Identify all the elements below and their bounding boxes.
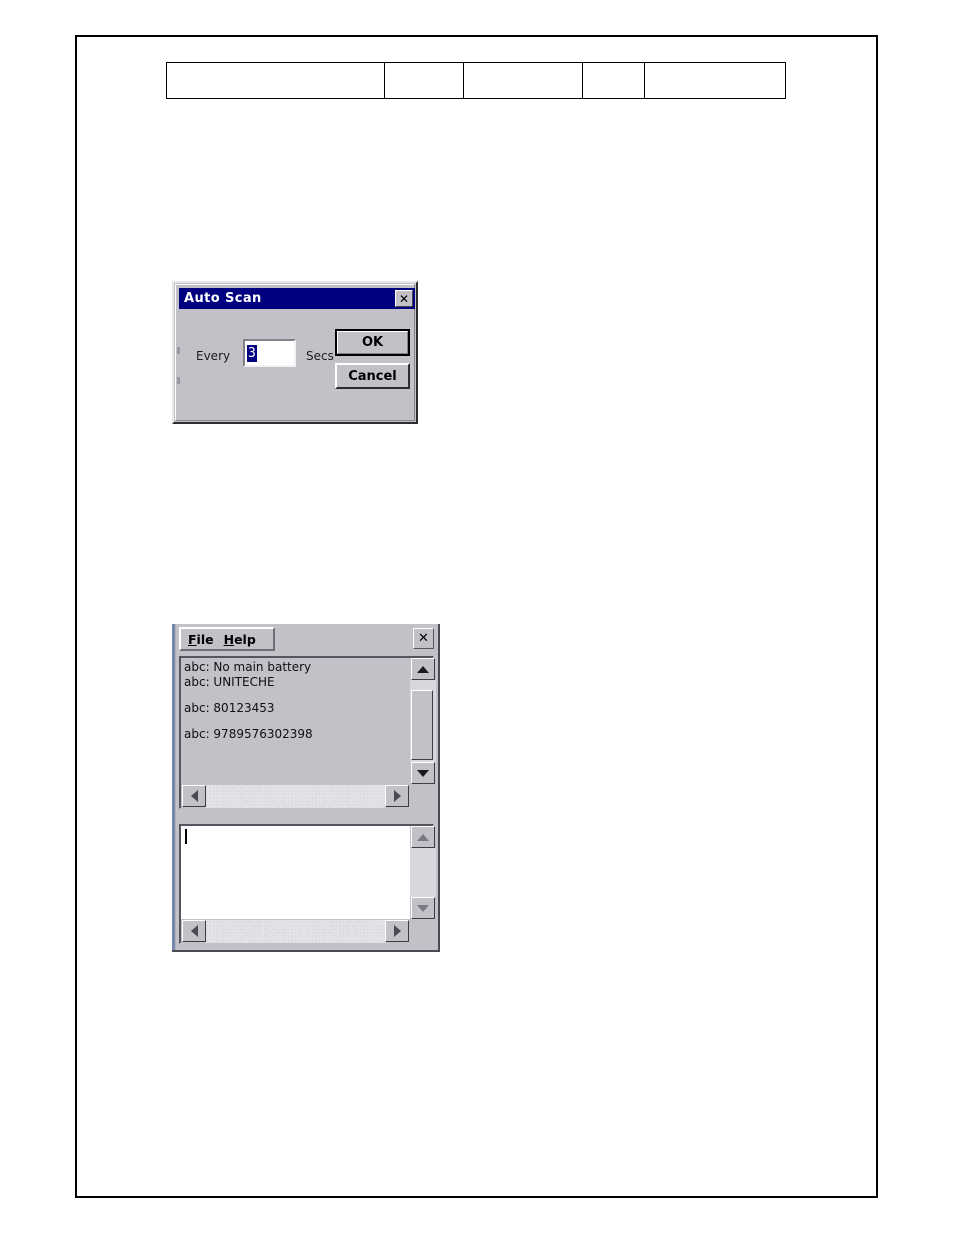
input-horizontal-scrollbar[interactable] [181, 919, 410, 944]
menu-item-help-mnemonic: H [223, 631, 235, 647]
menu-item-file[interactable]: File [188, 632, 214, 647]
horizontal-scroll-track[interactable] [205, 785, 386, 808]
scan-output-text: abc: No main battery abc: UNITECHE abc: … [181, 658, 410, 784]
list-item: abc: UNITECHE [184, 675, 275, 689]
scroll-up-button[interactable] [411, 826, 435, 848]
vertical-scroll-thumb[interactable] [411, 690, 433, 760]
table-cell-5 [644, 62, 786, 99]
scroll-up-arrow-icon [417, 833, 429, 841]
list-item: abc: 9789576302398 [184, 727, 313, 741]
auto-scan-dialog: Auto Scan ✕ Every 3 Secs OK Cancel [172, 281, 418, 424]
scroll-up-arrow-icon [417, 665, 429, 673]
horizontal-scroll-track[interactable] [205, 920, 386, 943]
dialog-inner-bevel: Auto Scan ✕ Every 3 Secs OK Cancel [175, 284, 415, 421]
output-horizontal-scrollbar[interactable] [181, 784, 410, 809]
scroll-left-arrow-icon [190, 790, 198, 802]
scroll-up-button[interactable] [411, 658, 435, 680]
table-cell-1 [165, 62, 386, 99]
menu-item-help-rest: elp [234, 631, 256, 647]
ok-button-label: OK [337, 331, 408, 354]
background-window-artifact [177, 377, 180, 384]
table-cell-2 [384, 62, 465, 99]
dialog-title: Auto Scan [184, 291, 262, 306]
document-page [75, 35, 878, 1198]
input-vertical-scrollbar[interactable] [410, 826, 436, 919]
scroll-down-arrow-icon [417, 769, 429, 777]
secs-label: Secs [306, 349, 334, 363]
cancel-button[interactable]: Cancel [335, 363, 410, 389]
scroll-right-button[interactable] [385, 920, 409, 942]
background-window-artifact [177, 347, 180, 354]
scroll-right-arrow-icon [393, 925, 401, 937]
menu-item-file-mnemonic: F [188, 631, 197, 647]
scroll-down-arrow-icon [417, 904, 429, 912]
scanner-window: File Help ✕ abc: No main battery abc: UN… [172, 624, 440, 952]
dialog-titlebar[interactable]: Auto Scan ✕ [179, 288, 415, 309]
output-vertical-scrollbar[interactable] [410, 658, 436, 784]
every-label: Every [196, 349, 231, 363]
menubar-box: File Help [179, 627, 275, 651]
table-row [165, 62, 786, 99]
table-cell-3 [463, 62, 583, 99]
scroll-left-button[interactable] [182, 920, 206, 942]
scan-input-field[interactable] [181, 826, 410, 919]
scrollbar-corner [410, 919, 436, 944]
scroll-right-button[interactable] [385, 785, 409, 807]
menu-item-file-rest: ile [196, 631, 214, 647]
scroll-down-button[interactable] [411, 897, 435, 919]
scan-input-pane[interactable] [179, 824, 436, 944]
interval-input[interactable]: 3 [243, 339, 296, 367]
list-item: abc: No main battery [184, 660, 312, 674]
table-cell-4 [581, 62, 646, 99]
scroll-left-arrow-icon [190, 925, 198, 937]
scroll-left-button[interactable] [182, 785, 206, 807]
menubar: File Help ✕ [176, 627, 438, 653]
vertical-scroll-track[interactable] [410, 848, 436, 897]
scrollbar-corner [410, 784, 436, 809]
close-icon[interactable]: ✕ [395, 290, 413, 307]
text-caret [185, 829, 187, 844]
close-icon[interactable]: ✕ [413, 628, 434, 649]
menu-item-help[interactable]: Help [224, 632, 256, 647]
dialog-body: Every 3 Secs OK Cancel [177, 311, 415, 423]
scroll-down-button[interactable] [411, 762, 435, 784]
document-table [165, 62, 786, 99]
list-item: abc: 80123453 [184, 701, 275, 715]
scroll-right-arrow-icon [393, 790, 401, 802]
interval-input-value: 3 [247, 344, 257, 362]
ok-button[interactable]: OK [335, 329, 410, 356]
window-left-edge [172, 624, 176, 950]
scan-output-pane: abc: No main battery abc: UNITECHE abc: … [179, 656, 436, 809]
